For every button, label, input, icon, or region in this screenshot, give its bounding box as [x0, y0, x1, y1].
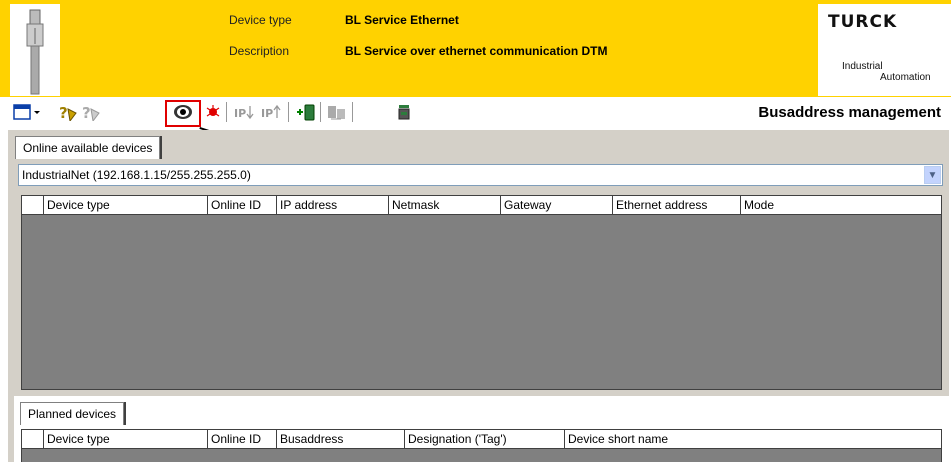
help-icon[interactable]: ? [58, 103, 78, 121]
bug-icon[interactable] [205, 103, 221, 121]
tab-online-available-devices[interactable]: Online available devices [15, 136, 161, 159]
chevron-down-icon[interactable] [32, 103, 42, 121]
transfer-icon [328, 106, 345, 120]
add-device-icon[interactable] [295, 103, 317, 121]
network-select[interactable]: IndustrialNet (192.168.1.15/255.255.255.… [18, 164, 943, 186]
column-header-online-id[interactable]: Online ID [207, 430, 276, 448]
tab-planned-devices[interactable]: Planned devices [20, 402, 125, 425]
page-title: Busaddress management [758, 104, 941, 121]
ip-down-icon: IP [234, 106, 254, 120]
grid-header: Device type Online ID IP address Netmask… [22, 196, 941, 215]
column-header-device-type[interactable]: Device type [43, 430, 207, 448]
column-header-device-short-name[interactable]: Device short name [564, 430, 941, 448]
window-icon[interactable] [13, 103, 31, 121]
description-label: Description [229, 44, 290, 58]
help-disabled-icon: ? [82, 104, 100, 121]
device-header: Device type BL Service Ethernet Descript… [0, 0, 951, 97]
description-value: BL Service over ethernet communication D… [345, 44, 608, 58]
online-devices-grid[interactable]: Device type Online ID IP address Netmask… [21, 195, 942, 390]
device-icon[interactable] [396, 103, 412, 121]
svg-text:IP: IP [234, 107, 246, 120]
svg-text:IP: IP [261, 107, 273, 120]
row-selector-header [22, 430, 43, 448]
ethernet-cable-icon [26, 9, 44, 95]
logo-subtitle-automation: Automation [880, 72, 931, 83]
column-header-netmask[interactable]: Netmask [388, 196, 500, 214]
column-header-online-id[interactable]: Online ID [207, 196, 276, 214]
grid-header: Device type Online ID Busaddress Designa… [22, 430, 941, 449]
ip-up-icon: IP [261, 104, 281, 120]
column-header-device-type[interactable]: Device type [43, 196, 207, 214]
column-header-ip-address[interactable]: IP address [276, 196, 388, 214]
turck-logo: TURCK [828, 12, 898, 32]
device-image [10, 4, 60, 96]
callout-highlight [165, 100, 201, 127]
svg-text:?: ? [82, 104, 91, 121]
toolbar-separator [352, 102, 353, 122]
device-type-label: Device type [229, 13, 292, 27]
toolbar-separator [320, 102, 321, 122]
column-header-gateway[interactable]: Gateway [500, 196, 612, 214]
column-header-busaddress[interactable]: Busaddress [276, 430, 404, 448]
column-header-ethernet-address[interactable]: Ethernet address [612, 196, 740, 214]
logo-subtitle-industrial: Industrial [842, 61, 883, 72]
column-header-mode[interactable]: Mode [740, 196, 941, 214]
chevron-down-icon[interactable]: ▼ [924, 166, 941, 184]
toolbar-separator [226, 102, 227, 122]
toolbar-separator [288, 102, 289, 122]
svg-text:?: ? [59, 104, 68, 121]
column-header-designation[interactable]: Designation ('Tag') [404, 430, 564, 448]
device-type-value: BL Service Ethernet [345, 13, 459, 27]
network-select-value: IndustrialNet (192.168.1.15/255.255.255.… [22, 168, 251, 182]
planned-devices-grid[interactable]: Device type Online ID Busaddress Designa… [21, 429, 942, 462]
row-selector-header [22, 196, 43, 214]
